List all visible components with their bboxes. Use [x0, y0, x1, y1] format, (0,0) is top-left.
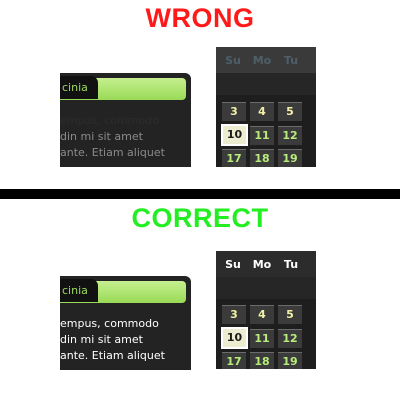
calendar-day-cell[interactable]: 3	[222, 102, 246, 121]
correct-heading: CORRECT	[131, 203, 269, 233]
panel-text-line: din mi sit amet	[60, 130, 143, 143]
calendar-day-cell[interactable]: 12	[278, 329, 302, 348]
wrong-heading: WRONG	[145, 3, 255, 33]
wrong-tab-panel: cinia empus, commodo din mi sit amet ant…	[60, 73, 191, 167]
calendar-header: Su Mo Tu	[216, 251, 316, 277]
day-header-su: Su	[225, 258, 241, 271]
calendar-day-cell[interactable]: 4	[250, 102, 274, 121]
calendar-day-cell[interactable]: 5	[278, 102, 302, 121]
calendar-day-cell[interactable]: 19	[278, 352, 302, 369]
panel-text-line: ante. Etiam aliquet	[60, 146, 165, 159]
correct-calendar: Su Mo Tu 3 4 5 10 11 12 17 18 19	[216, 251, 316, 369]
day-header-tu: Tu	[283, 54, 299, 67]
day-header-mo: Mo	[252, 258, 272, 271]
panel-body-text: empus, commodo din mi sit amet ante. Eti…	[60, 316, 191, 364]
calendar-header: Su Mo Tu	[216, 47, 316, 73]
panel-text-line: ante. Etiam aliquet	[60, 349, 165, 362]
calendar-day-cell[interactable]: 12	[278, 126, 302, 145]
calendar-day-cell[interactable]: 17	[222, 352, 246, 369]
calendar-day-cell[interactable]: 17	[222, 149, 246, 167]
correct-tab-panel: cinia empus, commodo din mi sit amet ant…	[60, 276, 191, 370]
tab-active[interactable]: cinia	[60, 76, 98, 99]
tab-active[interactable]: cinia	[60, 279, 98, 302]
calendar-day-today[interactable]: 10	[221, 124, 248, 146]
calendar-day-today[interactable]: 10	[221, 327, 248, 349]
calendar-day-cell[interactable]: 4	[250, 305, 274, 324]
panel-text-line: empus, commodo	[60, 114, 159, 127]
calendar-day-cell[interactable]: 3	[222, 305, 246, 324]
calendar-day-cell[interactable]: 19	[278, 149, 302, 167]
calendar-day-cell[interactable]: 11	[250, 329, 274, 348]
day-header-mo: Mo	[252, 54, 272, 67]
calendar-day-cell[interactable]: 18	[250, 352, 274, 369]
panel-text-line: empus, commodo	[60, 317, 159, 330]
calendar-day-cell[interactable]: 11	[250, 126, 274, 145]
panel-text-line: din mi sit amet	[60, 333, 143, 346]
day-header-su: Su	[225, 54, 241, 67]
panel-body-text: empus, commodo din mi sit amet ante. Eti…	[60, 113, 191, 161]
calendar-day-cell[interactable]: 18	[250, 149, 274, 167]
section-divider	[0, 189, 400, 199]
calendar-day-cell[interactable]: 5	[278, 305, 302, 324]
calendar-empty-row	[216, 73, 316, 95]
wrong-calendar: Su Mo Tu 3 4 5 10 11 12 17 18 19	[216, 47, 316, 167]
calendar-empty-row	[216, 277, 316, 299]
day-header-tu: Tu	[283, 258, 299, 271]
